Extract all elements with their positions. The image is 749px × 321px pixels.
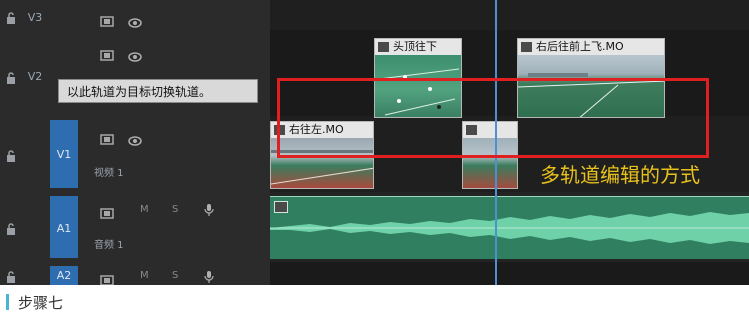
track-header-a2: A2 M S <box>0 262 270 285</box>
track-name-v1[interactable]: V1 <box>51 148 77 161</box>
sync-lock-icon[interactable] <box>100 46 114 61</box>
mute-button[interactable]: M <box>140 270 149 281</box>
track-name-a2[interactable]: A2 <box>51 269 77 282</box>
sync-lock-icon[interactable] <box>100 204 114 219</box>
sync-lock-icon[interactable] <box>100 271 114 285</box>
track-headers: V3 V2 V1 视频 1 A1 M S 音频 1 A2 M S 以此轨道为目标… <box>0 0 270 285</box>
track-name-v2[interactable]: V2 <box>22 70 48 83</box>
lock-icon[interactable] <box>6 150 16 162</box>
lock-icon[interactable] <box>6 72 16 84</box>
solo-button[interactable]: S <box>172 204 178 215</box>
fx-badge-icon <box>378 42 389 52</box>
mute-button[interactable]: M <box>140 204 149 215</box>
tooltip: 以此轨道为目标切换轨道。 <box>58 79 258 103</box>
audio-waveform <box>270 212 749 244</box>
audio-clip-a1[interactable] <box>270 196 749 259</box>
track-name-v3[interactable]: V3 <box>22 11 48 24</box>
track-header-a1: A1 M S 音频 1 <box>0 192 270 262</box>
track-sublabel-v1: 视频 1 <box>94 168 124 179</box>
track-header-v3: V3 <box>0 0 270 30</box>
clip-title: 右后往前上飞.MO <box>536 40 624 53</box>
clip-title: 头顶往下 <box>393 40 437 53</box>
sync-lock-icon[interactable] <box>100 130 114 145</box>
lock-icon[interactable] <box>6 12 16 24</box>
lane-v3[interactable] <box>270 0 749 30</box>
step-accent-bar <box>6 294 9 310</box>
solo-button[interactable]: S <box>172 270 178 281</box>
lane-a2[interactable] <box>270 262 749 285</box>
microphone-icon[interactable] <box>204 202 214 216</box>
eye-icon[interactable] <box>128 13 142 28</box>
step-label: 步骤七 <box>18 294 64 312</box>
track-sublabel-a1: 音频 1 <box>94 240 124 251</box>
eye-icon[interactable] <box>128 47 142 62</box>
lock-icon[interactable] <box>6 223 16 235</box>
annotation-text: 多轨道编辑的方式 <box>540 163 700 187</box>
track-name-a1[interactable]: A1 <box>51 222 77 235</box>
track-header-v1: V1 视频 1 <box>0 116 270 192</box>
sync-lock-icon[interactable] <box>100 12 114 27</box>
highlight-box <box>277 78 709 158</box>
microphone-icon[interactable] <box>204 269 214 283</box>
lock-icon[interactable] <box>6 271 16 283</box>
timeline-panel: V3 V2 V1 视频 1 A1 M S 音频 1 A2 M S 以此轨道为目标… <box>0 0 749 285</box>
fx-badge-icon <box>521 42 532 52</box>
eye-icon[interactable] <box>128 131 142 146</box>
